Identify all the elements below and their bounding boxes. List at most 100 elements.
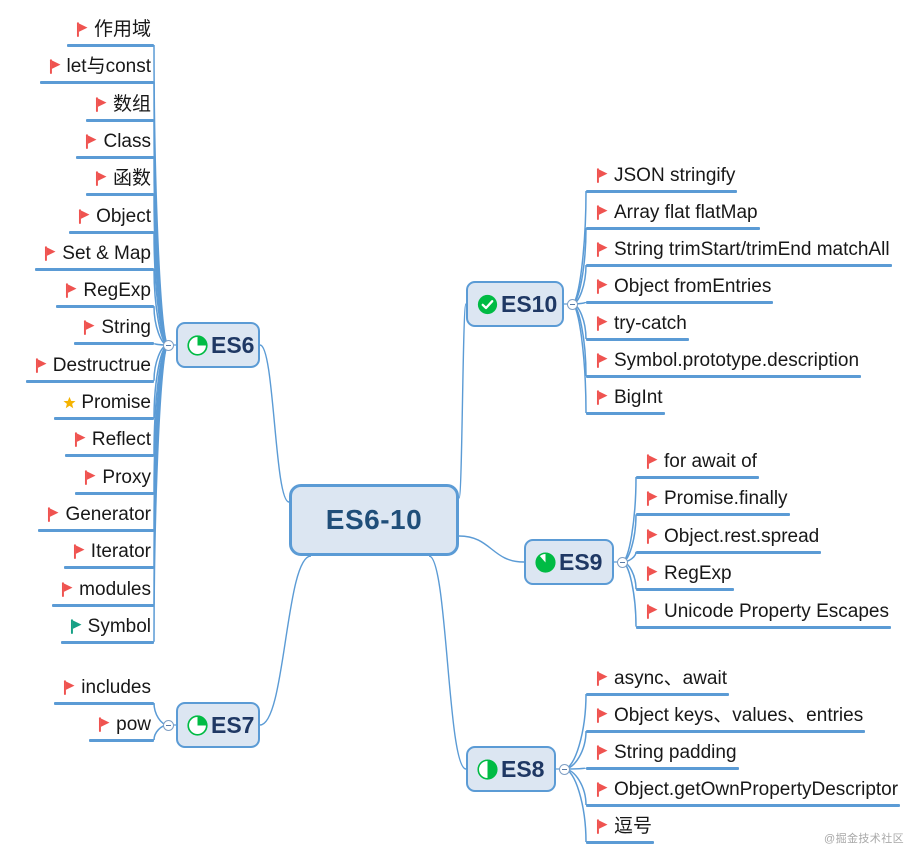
leaf-es6-2[interactable]: 数组 bbox=[95, 95, 151, 119]
leaf-es6-10[interactable]: Promise bbox=[63, 393, 151, 417]
leaf-label: Promise bbox=[81, 392, 151, 413]
leaf-underline bbox=[63, 566, 154, 570]
leaf-underline bbox=[74, 342, 154, 346]
leaf-es6-14[interactable]: Iterator bbox=[73, 542, 151, 566]
leaf-es6-1[interactable]: let与const bbox=[49, 57, 151, 81]
leaf-underline bbox=[636, 476, 759, 479]
flag-icon bbox=[596, 782, 608, 797]
flag-icon bbox=[84, 320, 95, 336]
flag-icon bbox=[646, 491, 658, 507]
flag-icon bbox=[73, 544, 85, 560]
leaf-es10-5[interactable]: Symbol.prototype.description bbox=[596, 351, 859, 375]
leaf-label: Unicode Property Escapes bbox=[664, 600, 889, 622]
root-node[interactable]: ES6-10 bbox=[289, 484, 459, 556]
flag-icon bbox=[74, 432, 86, 448]
flag-icon bbox=[35, 357, 47, 373]
flag-icon bbox=[596, 745, 608, 760]
leaf-es10-3[interactable]: Object fromEntries bbox=[596, 277, 771, 301]
leaf-label: String padding bbox=[614, 742, 737, 763]
node-es7-label: ES7 bbox=[211, 711, 255, 738]
leaf-es6-7[interactable]: RegExp bbox=[65, 281, 151, 305]
leaf-underline bbox=[586, 264, 892, 267]
leaf-es6-0[interactable]: 作用域 bbox=[76, 20, 151, 44]
leaf-label: Destructrue bbox=[52, 354, 151, 376]
leaf-label: Object fromEntries bbox=[614, 276, 772, 297]
leaf-label: 作用域 bbox=[93, 19, 151, 40]
leaf-label: Generator bbox=[65, 503, 151, 525]
leaf-es6-6[interactable]: Set & Map bbox=[44, 244, 151, 268]
leaf-underline bbox=[38, 528, 154, 532]
leaf-es9-1[interactable]: Promise.finally bbox=[646, 489, 788, 513]
leaf-es9-3[interactable]: RegExp bbox=[646, 564, 732, 588]
leaf-label: String trimStart/trimEnd matchAll bbox=[614, 239, 890, 260]
leaf-es6-12[interactable]: Proxy bbox=[84, 468, 151, 492]
half-circle-icon bbox=[477, 758, 498, 780]
leaf-es6-15[interactable]: modules bbox=[61, 580, 151, 604]
leaf-es10-2[interactable]: String trimStart/trimEnd matchAll bbox=[596, 240, 890, 264]
leaf-es6-13[interactable]: Generator bbox=[47, 505, 151, 529]
flag-icon bbox=[86, 134, 97, 149]
flag-icon bbox=[646, 603, 658, 619]
check-circle-icon bbox=[477, 294, 498, 314]
leaf-es6-5[interactable]: Object bbox=[78, 207, 151, 231]
flag-icon bbox=[45, 246, 56, 261]
leaf-es9-4[interactable]: Unicode Property Escapes bbox=[646, 602, 889, 626]
leaf-label: Promise.finally bbox=[664, 488, 788, 510]
collapse-toggle-es10[interactable] bbox=[567, 299, 578, 310]
leaf-underline bbox=[66, 44, 154, 47]
leaf-es10-1[interactable]: Array flat flatMap bbox=[596, 203, 758, 227]
leaf-es10-4[interactable]: try-catch bbox=[596, 314, 687, 338]
collapse-toggle-es9[interactable] bbox=[617, 557, 628, 568]
leaf-underline bbox=[25, 379, 154, 383]
leaf-underline bbox=[636, 625, 891, 629]
leaf-label: 逗号 bbox=[614, 816, 653, 837]
leaf-es7-1[interactable]: pow bbox=[98, 715, 151, 739]
leaf-label: Symbol bbox=[87, 615, 151, 637]
leaf-es10-0[interactable]: JSON stringify bbox=[596, 166, 735, 190]
node-es10[interactable]: ES10 bbox=[466, 281, 564, 327]
leaf-es8-1[interactable]: Object keys、values、entries bbox=[596, 706, 863, 730]
leaf-underline bbox=[56, 305, 154, 309]
leaf-es9-0[interactable]: for await of bbox=[646, 452, 757, 476]
flag-icon bbox=[62, 581, 73, 597]
node-es7[interactable]: ES7 bbox=[176, 702, 260, 748]
node-es6[interactable]: ES6 bbox=[176, 322, 260, 368]
leaf-underline bbox=[52, 603, 154, 607]
leaf-es7-0[interactable]: includes bbox=[63, 678, 151, 702]
flag-icon bbox=[596, 819, 608, 834]
leaf-underline bbox=[89, 739, 154, 742]
node-es9[interactable]: ES9 bbox=[524, 539, 614, 585]
leaf-label: Object.getOwnPropertyDescriptor bbox=[614, 779, 899, 800]
leaf-es9-2[interactable]: Object.rest.spread bbox=[646, 527, 819, 551]
flag-icon bbox=[70, 619, 82, 634]
leaf-label: Reflect bbox=[91, 429, 151, 451]
leaf-label: 函数 bbox=[112, 168, 151, 190]
leaf-es6-8[interactable]: String bbox=[83, 318, 151, 342]
leaf-underline bbox=[69, 230, 154, 234]
flag-icon bbox=[596, 708, 608, 723]
flag-icon bbox=[646, 529, 658, 544]
leaf-es6-9[interactable]: Destructrue bbox=[35, 356, 151, 380]
collapse-toggle-es7[interactable] bbox=[163, 720, 174, 731]
leaf-es6-11[interactable]: Reflect bbox=[74, 430, 151, 454]
leaf-underline bbox=[586, 190, 738, 193]
leaf-underline bbox=[586, 804, 901, 807]
collapse-toggle-es6[interactable] bbox=[163, 340, 174, 351]
leaf-label: RegExp bbox=[83, 280, 151, 302]
leaf-underline bbox=[586, 412, 665, 415]
leaf-es8-0[interactable]: async、await bbox=[596, 669, 727, 693]
leaf-label: includes bbox=[81, 677, 151, 698]
leaf-es8-2[interactable]: String padding bbox=[596, 743, 737, 767]
leaf-es6-3[interactable]: Class bbox=[85, 132, 151, 156]
leaf-es10-6[interactable]: BigInt bbox=[596, 388, 663, 412]
leaf-label: RegExp bbox=[664, 563, 732, 585]
leaf-es8-3[interactable]: Object.getOwnPropertyDescriptor bbox=[596, 780, 898, 804]
leaf-es8-4[interactable]: 逗号 bbox=[596, 817, 652, 841]
leaf-label: 数组 bbox=[112, 93, 151, 115]
node-es8[interactable]: ES8 bbox=[466, 746, 556, 792]
leaf-underline bbox=[54, 702, 154, 705]
collapse-toggle-es8[interactable] bbox=[559, 764, 570, 775]
leaf-es6-16[interactable]: Symbol bbox=[70, 617, 151, 641]
leaf-underline bbox=[586, 693, 729, 696]
leaf-es6-4[interactable]: 函数 bbox=[95, 169, 151, 193]
